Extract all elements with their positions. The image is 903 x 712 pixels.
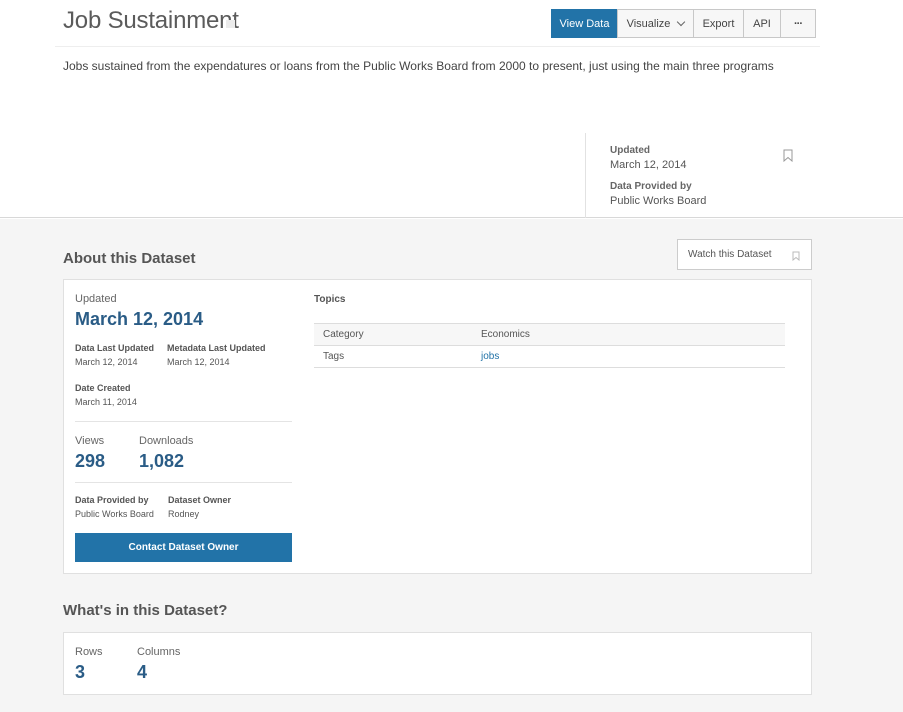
data-last-updated-value: March 12, 2014 bbox=[75, 357, 138, 367]
visualize-label: Visualize bbox=[626, 17, 671, 30]
watch-dataset-button[interactable]: Watch this Dataset bbox=[677, 239, 812, 270]
downloads-value: 1,082 bbox=[139, 451, 185, 471]
contact-owner-button[interactable]: Contact Dataset Owner bbox=[75, 533, 292, 562]
title-badge bbox=[226, 20, 235, 28]
dataset-owner-value: Rodney bbox=[168, 509, 200, 519]
stats-divider bbox=[75, 421, 292, 422]
watch-label: Watch this Dataset bbox=[688, 249, 772, 260]
api-button[interactable]: API bbox=[743, 9, 781, 38]
date-created-label: Date Created bbox=[75, 383, 131, 393]
columns-label: Columns bbox=[137, 646, 181, 658]
visualize-button[interactable]: Visualize bbox=[617, 9, 694, 38]
bookmark-icon[interactable] bbox=[783, 149, 793, 162]
views-label: Views bbox=[75, 435, 105, 447]
provided-by-label: Data Provided by bbox=[75, 495, 149, 505]
tag-link[interactable]: jobs bbox=[472, 351, 499, 362]
owner-divider bbox=[75, 482, 292, 483]
dataset-details: About this Dataset Watch this Dataset Up… bbox=[0, 219, 903, 712]
updated-value: March 12, 2014 bbox=[610, 159, 687, 171]
provided-by-value: Public Works Board bbox=[610, 195, 707, 207]
about-card: Updated March 12, 2014 Data Last Updated… bbox=[63, 279, 812, 574]
rows-label: Rows bbox=[75, 646, 103, 658]
topic-key: Tags bbox=[323, 351, 345, 362]
page-title: Job Sustainment bbox=[63, 7, 239, 34]
provided-by-value: Public Works Board bbox=[75, 509, 154, 519]
about-title: About this Dataset bbox=[63, 250, 196, 267]
contents-title: What's in this Dataset? bbox=[63, 602, 228, 619]
action-bar: View Data Visualize Export API ··· bbox=[551, 9, 816, 38]
chevron-down-icon bbox=[677, 17, 686, 26]
data-last-updated-label: Data Last Updated bbox=[75, 343, 155, 353]
topics-table: Category Economics Tags jobs bbox=[314, 323, 785, 368]
provided-by-label: Data Provided by bbox=[610, 181, 692, 192]
contents-card: Rows 3 Columns 4 bbox=[63, 632, 812, 695]
dataset-description: Jobs sustained from the expendatures or … bbox=[63, 59, 774, 73]
updated-label: Updated bbox=[610, 145, 650, 156]
header-divider bbox=[55, 46, 820, 47]
metadata-last-updated-value: March 12, 2014 bbox=[167, 357, 230, 367]
rows-value: 3 bbox=[75, 662, 86, 682]
metadata-last-updated-label: Metadata Last Updated bbox=[167, 343, 266, 353]
columns-value: 4 bbox=[137, 662, 148, 682]
table-row: Tags jobs bbox=[314, 346, 785, 368]
bookmark-icon bbox=[792, 251, 800, 261]
topics-title: Topics bbox=[314, 294, 346, 305]
view-data-button[interactable]: View Data bbox=[551, 9, 618, 38]
dataset-owner-label: Dataset Owner bbox=[168, 495, 232, 505]
date-created-value: March 11, 2014 bbox=[75, 397, 137, 407]
export-button[interactable]: Export bbox=[693, 9, 744, 38]
updated-label: Updated bbox=[75, 293, 117, 305]
updated-value: March 12, 2014 bbox=[75, 309, 204, 329]
more-options-button[interactable]: ··· bbox=[780, 9, 816, 38]
meta-divider bbox=[585, 133, 586, 218]
table-row: Category Economics bbox=[314, 324, 785, 346]
topic-key: Category bbox=[323, 329, 364, 340]
topic-value: Economics bbox=[481, 329, 530, 340]
dataset-header: Job Sustainment View Data Visualize Expo… bbox=[0, 0, 903, 218]
views-value: 298 bbox=[75, 451, 106, 471]
downloads-label: Downloads bbox=[139, 435, 194, 447]
